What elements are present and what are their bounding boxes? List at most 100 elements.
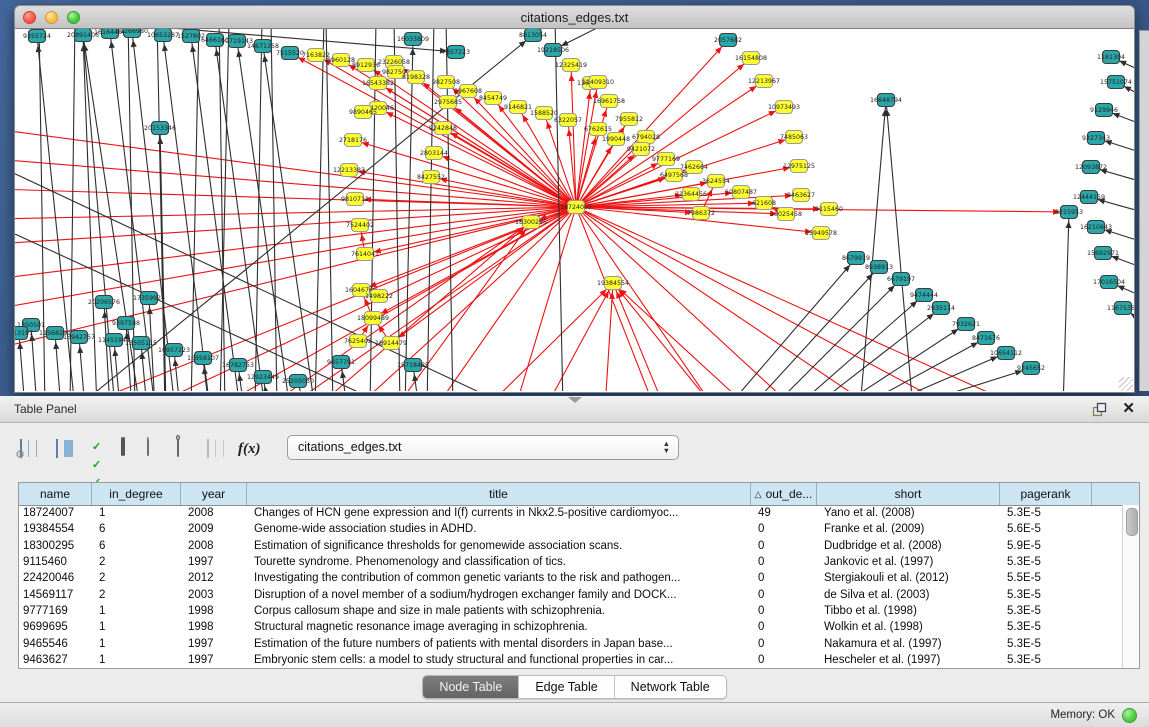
table-cell[interactable]: 0 bbox=[751, 621, 817, 633]
table-cell[interactable]: 9699695 bbox=[19, 621, 92, 633]
table-column-icon[interactable] bbox=[56, 440, 84, 468]
table-cell[interactable]: 1 bbox=[92, 621, 181, 633]
network-view[interactable]: 1872400718300295193845547163822896012889… bbox=[14, 29, 1135, 393]
table-cell[interactable]: Franke et al. (2009) bbox=[817, 523, 1000, 535]
vertical-scrollbar[interactable] bbox=[1122, 505, 1139, 668]
table-cell[interactable]: Wolkin et al. (1998) bbox=[817, 621, 1000, 633]
close-panel-icon[interactable]: ✕ bbox=[1122, 399, 1135, 417]
table-cell[interactable]: 5.3E-5 bbox=[1000, 638, 1092, 650]
table-cell[interactable]: 0 bbox=[751, 556, 817, 568]
column-header-in_degree[interactable]: in_degree bbox=[92, 483, 181, 505]
network-canvas[interactable]: 1872400718300295193845547163822896012889… bbox=[15, 29, 1134, 391]
table-cell[interactable]: 0 bbox=[751, 572, 817, 584]
table-cell[interactable]: 9115460 bbox=[19, 556, 92, 568]
table-cell[interactable]: Genome-wide association studies in ADHD. bbox=[247, 523, 751, 535]
window-titlebar[interactable]: citations_edges.txt bbox=[14, 5, 1135, 29]
column-header-title[interactable]: title bbox=[247, 483, 751, 505]
table-cell[interactable]: Hescheler et al. (1997) bbox=[817, 654, 1000, 666]
table-row[interactable]: 1830029562008Estimation of significance … bbox=[19, 538, 1123, 554]
table-cell[interactable]: 49 bbox=[751, 507, 817, 519]
table-cell[interactable]: 1 bbox=[92, 605, 181, 617]
table-cell[interactable]: 0 bbox=[751, 654, 817, 666]
table-cell[interactable]: 1997 bbox=[181, 654, 247, 666]
table-cell[interactable]: 0 bbox=[751, 540, 817, 552]
table-cell[interactable]: Tourette syndrome. Phenomenology and cla… bbox=[247, 556, 751, 568]
new-table-icon[interactable] bbox=[147, 438, 175, 466]
scrollbar-thumb[interactable] bbox=[1126, 508, 1138, 536]
table-row[interactable]: 1456911722003Disruption of a novel membe… bbox=[19, 586, 1123, 602]
table-cell[interactable]: 18300295 bbox=[19, 540, 92, 552]
table-row[interactable]: 1872400712008Changes of HCN gene express… bbox=[19, 505, 1123, 521]
table-row[interactable]: 977716911998Corpus callosum shape and si… bbox=[19, 603, 1123, 619]
table-cell[interactable]: Structural magnetic resonance image aver… bbox=[247, 621, 751, 633]
table-cell[interactable]: de Silva et al. (2003) bbox=[817, 589, 1000, 601]
table-cell[interactable]: Stergiakouli et al. (2012) bbox=[817, 572, 1000, 584]
float-panel-icon[interactable] bbox=[1092, 402, 1107, 417]
table-cell[interactable]: 9465546 bbox=[19, 638, 92, 650]
table-cell[interactable]: 5.3E-5 bbox=[1000, 507, 1092, 519]
table-cell[interactable]: Nakamura et al. (1997) bbox=[817, 638, 1000, 650]
split-handle[interactable] bbox=[568, 397, 582, 403]
tab-edge-table[interactable]: Edge Table bbox=[519, 676, 614, 698]
table-settings-icon[interactable]: ⚙ bbox=[20, 440, 48, 468]
table-row[interactable]: 969969511998Structural magnetic resonanc… bbox=[19, 619, 1123, 635]
select-all-icon[interactable]: ✓✓✓ bbox=[92, 437, 120, 465]
table-cell[interactable]: 0 bbox=[751, 638, 817, 650]
column-header-out_de[interactable]: △out_de... bbox=[751, 483, 817, 505]
table-cell[interactable]: 5.3E-5 bbox=[1000, 605, 1092, 617]
table-cell[interactable]: 1 bbox=[92, 638, 181, 650]
table-cell[interactable]: 0 bbox=[751, 589, 817, 601]
table-cell[interactable]: 2008 bbox=[181, 540, 247, 552]
table-cell[interactable]: 0 bbox=[751, 605, 817, 617]
table-cell[interactable]: 2 bbox=[92, 589, 181, 601]
delete-rows-icon[interactable] bbox=[177, 439, 205, 467]
table-row[interactable]: 911546021997Tourette syndrome. Phenomeno… bbox=[19, 554, 1123, 570]
table-cell[interactable]: 5.3E-5 bbox=[1000, 621, 1092, 633]
column-header-short[interactable]: short bbox=[817, 483, 1000, 505]
table-cell[interactable]: Tibbo et al. (1998) bbox=[817, 605, 1000, 617]
table-cell[interactable]: 18724007 bbox=[19, 507, 92, 519]
table-cell[interactable]: 5.5E-5 bbox=[1000, 572, 1092, 584]
column-header-pagerank[interactable]: pagerank bbox=[1000, 483, 1092, 505]
table-cell[interactable]: Yano et al. (2008) bbox=[817, 507, 1000, 519]
column-header-name[interactable]: name bbox=[19, 483, 92, 505]
table-cell[interactable]: 6 bbox=[92, 540, 181, 552]
table-cell[interactable]: Investigating the contribution of common… bbox=[247, 572, 751, 584]
table-cell[interactable]: 1998 bbox=[181, 605, 247, 617]
table-cell[interactable]: 14569117 bbox=[19, 589, 92, 601]
table-cell[interactable]: 6 bbox=[92, 523, 181, 535]
table-cell[interactable]: 9777169 bbox=[19, 605, 92, 617]
table-cell[interactable]: 1 bbox=[92, 507, 181, 519]
tab-network-table[interactable]: Network Table bbox=[615, 676, 726, 698]
table-cell[interactable]: Estimation of the future numbers of pati… bbox=[247, 638, 751, 650]
table-cell[interactable]: 2003 bbox=[181, 589, 247, 601]
table-cell[interactable]: 5.9E-5 bbox=[1000, 540, 1092, 552]
table-cell[interactable]: 1997 bbox=[181, 556, 247, 568]
table-cell[interactable]: 5.3E-5 bbox=[1000, 556, 1092, 568]
table-cell[interactable]: Changes of HCN gene expression and I(f) … bbox=[247, 507, 751, 519]
table-cell[interactable]: Estimation of significance thresholds fo… bbox=[247, 540, 751, 552]
row-options-icon[interactable] bbox=[121, 438, 149, 466]
table-row[interactable]: 946554611997Estimation of the future num… bbox=[19, 635, 1123, 651]
table-cell[interactable]: 2 bbox=[92, 572, 181, 584]
table-cell[interactable]: 2 bbox=[92, 556, 181, 568]
table-cell[interactable]: 2012 bbox=[181, 572, 247, 584]
table-cell[interactable]: 2008 bbox=[181, 507, 247, 519]
table-cell[interactable]: Embryonic stem cells: a model to study s… bbox=[247, 654, 751, 666]
table-cell[interactable]: 5.6E-5 bbox=[1000, 523, 1092, 535]
resize-grip[interactable] bbox=[1119, 377, 1133, 391]
table-cell[interactable]: Corpus callosum shape and size in male p… bbox=[247, 605, 751, 617]
tab-node-table[interactable]: Node Table bbox=[423, 676, 519, 698]
table-cell[interactable]: 5.3E-5 bbox=[1000, 589, 1092, 601]
table-cell[interactable]: 1998 bbox=[181, 621, 247, 633]
table-row[interactable]: 1938455462009Genome-wide association stu… bbox=[19, 521, 1123, 537]
table-row[interactable]: 946362711997Embryonic stem cells: a mode… bbox=[19, 652, 1123, 668]
table-cell[interactable]: 9463627 bbox=[19, 654, 92, 666]
table-cell[interactable]: 1 bbox=[92, 654, 181, 666]
table-cell[interactable]: Disruption of a novel member of a sodium… bbox=[247, 589, 751, 601]
table-cell[interactable]: 22420046 bbox=[19, 572, 92, 584]
collapsed-side-panel[interactable] bbox=[1139, 30, 1149, 391]
table-cell[interactable]: Jankovic et al. (1997) bbox=[817, 556, 1000, 568]
function-icon[interactable]: f(x) bbox=[238, 440, 266, 468]
table-cell[interactable]: Dudbridge et al. (2008) bbox=[817, 540, 1000, 552]
